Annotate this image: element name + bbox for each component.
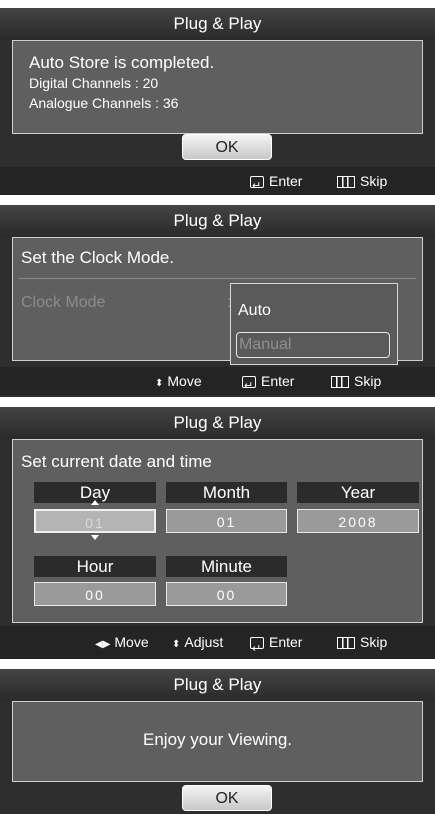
enter-icon	[242, 372, 256, 400]
screen-title: Plug & Play	[0, 205, 435, 237]
skip-label: Skip	[354, 373, 382, 389]
move-label: Move	[114, 634, 149, 650]
clock-mode-screen: Plug & Play Set the Clock Mode. Clock Mo…	[0, 205, 435, 400]
finish-message: Enjoy your Viewing.	[143, 730, 292, 749]
year-field[interactable]: 2008	[297, 509, 419, 533]
month-header: Month	[166, 482, 287, 503]
skip-hint: Skip	[331, 367, 381, 395]
digital-channels-line: Digital Channels : 20	[29, 75, 159, 91]
key-guide: ⬍Move Enter Skip	[0, 367, 435, 400]
status-line: Auto Store is completed.	[29, 53, 215, 72]
skip-icon	[337, 176, 355, 188]
screen-title: Plug & Play	[0, 669, 435, 701]
day-field[interactable]: 01	[34, 509, 156, 533]
clock-mode-label: Clock Mode	[21, 294, 106, 311]
date-time-heading: Set current date and time	[21, 452, 212, 471]
move-label: Move	[167, 373, 202, 389]
ok-button[interactable]: OK	[182, 134, 272, 160]
screen-title: Plug & Play	[0, 8, 435, 40]
enter-label: Enter	[269, 173, 303, 189]
minute-field[interactable]: 00	[166, 582, 287, 606]
up-down-arrow-icon: ⬍	[155, 378, 164, 389]
month-field[interactable]: 01	[166, 509, 287, 533]
move-hint: ⬍ Move	[155, 367, 202, 398]
message-box: Auto Store is completed. Digital Channel…	[12, 40, 423, 134]
hour-field[interactable]: 00	[34, 582, 156, 606]
skip-label: Skip	[360, 173, 388, 189]
skip-icon	[331, 376, 349, 388]
divider	[19, 278, 416, 279]
up-down-arrow-icon: ⬍	[172, 639, 181, 650]
enter-hint: Enter	[250, 167, 303, 200]
enter-hint: Enter	[242, 367, 295, 400]
date-time-screen: Plug & Play Set current date and time Da…	[0, 407, 435, 666]
hour-header: Hour	[34, 556, 156, 577]
screen-title: Plug & Play	[0, 407, 435, 439]
skip-hint: Skip	[337, 167, 387, 195]
enter-icon	[250, 172, 264, 200]
day-up-arrow-icon	[91, 500, 99, 505]
day-down-arrow-icon	[91, 535, 99, 540]
adjust-hint: ⬍ Adjust	[172, 626, 223, 661]
auto-store-screen: Plug & Play Auto Store is completed. Dig…	[0, 8, 435, 200]
finish-screen: Plug & Play Enjoy your Viewing. OK	[0, 669, 435, 814]
option-manual[interactable]: Manual	[236, 332, 390, 358]
key-guide: Enter Skip	[0, 167, 435, 200]
minute-header: Minute	[166, 556, 287, 577]
left-right-arrow-icon: ◀▶	[95, 639, 111, 650]
ok-button[interactable]: OK	[182, 785, 272, 811]
enter-label: Enter	[269, 634, 303, 650]
enter-icon	[250, 633, 264, 666]
finish-message-box: Enjoy your Viewing.	[12, 701, 423, 782]
analogue-channels-line: Analogue Channels : 36	[29, 95, 179, 111]
enter-label: Enter	[261, 373, 295, 389]
skip-icon	[337, 637, 355, 649]
enter-hint: Enter	[250, 626, 303, 666]
year-header: Year	[297, 482, 419, 503]
move-hint: ◀▶ Move	[95, 626, 149, 661]
clock-heading: Set the Clock Mode.	[21, 248, 175, 267]
key-guide: ◀▶Move ⬍Adjust Enter Skip	[0, 626, 435, 666]
skip-label: Skip	[360, 634, 388, 650]
clock-mode-dropdown[interactable]: Auto Manual	[230, 283, 398, 365]
skip-hint: Skip	[337, 626, 387, 659]
adjust-label: Adjust	[184, 634, 224, 650]
option-auto[interactable]: Auto	[238, 302, 271, 320]
